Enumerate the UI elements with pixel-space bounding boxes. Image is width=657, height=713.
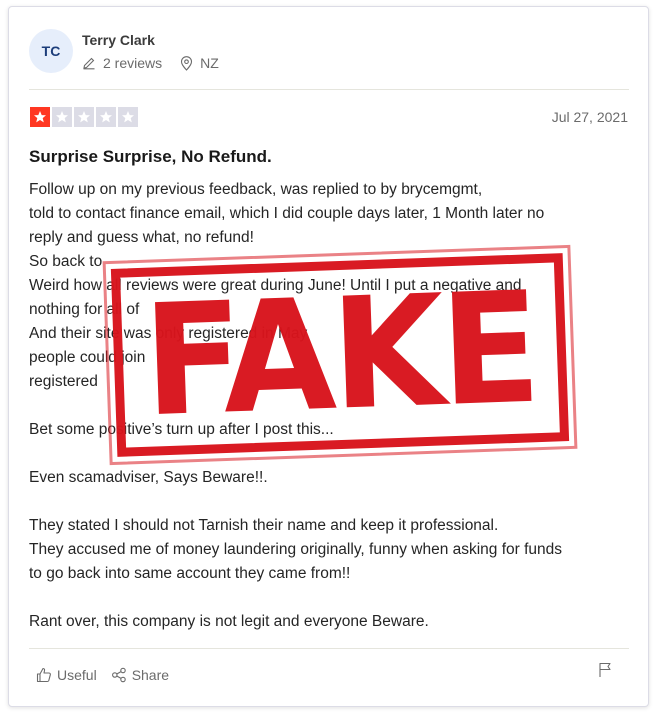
useful-label: Useful [57,667,97,683]
review-title[interactable]: Surprise Surprise, No Refund. [29,147,272,167]
review-body-line: Follow up on my previous feedback, was r… [29,181,483,198]
pencil-icon [83,57,95,70]
location-pin-icon [181,55,193,71]
review-body-line: Even scamadviser, Says Beware!!. [29,469,268,486]
stamp-text: FAKE [140,258,540,452]
divider [29,648,629,649]
star-empty-icon [52,107,72,127]
avatar[interactable]: TC [29,29,73,73]
reviews-count: 2 reviews [82,55,162,71]
review-body-line: told to contact finance email, which I d… [29,205,545,222]
review-body-line: to go back into same account they came f… [29,565,351,582]
star-filled-icon [30,107,50,127]
country-text: NZ [200,55,219,71]
review-body-line: They stated I should not Tarnish their n… [29,517,499,534]
report-button[interactable] [598,662,612,683]
share-icon [111,667,126,683]
avatar-initials: TC [41,43,61,59]
share-label: Share [131,667,170,683]
reviewer-meta: 2 reviews NZ [82,55,237,71]
star-empty-icon [118,107,138,127]
reviews-count-text: 2 reviews [103,55,163,71]
review-date: Jul 27, 2021 [551,109,628,125]
review-card: TC Terry Clark 2 reviews NZ Jul 27, 2021… [8,6,649,707]
review-actions: Useful Share [36,667,183,683]
share-button[interactable]: Share [111,667,169,683]
review-body-line: They accused me of money laundering orig… [29,541,563,558]
fake-stamp: FAKE [102,244,578,466]
review-body-line: reply and guess what, no refund! [29,229,254,246]
useful-button[interactable]: Useful [36,667,97,683]
flag-icon [599,662,611,677]
star-empty-icon [74,107,94,127]
reviewer-name[interactable]: Terry Clark [82,32,155,48]
thumbs-up-icon [36,667,51,683]
star-empty-icon [96,107,116,127]
star-rating [30,107,140,127]
review-body-line: Rant over, this company is not legit and… [29,613,429,630]
divider [29,89,629,90]
reviewer-location: NZ [180,55,219,71]
